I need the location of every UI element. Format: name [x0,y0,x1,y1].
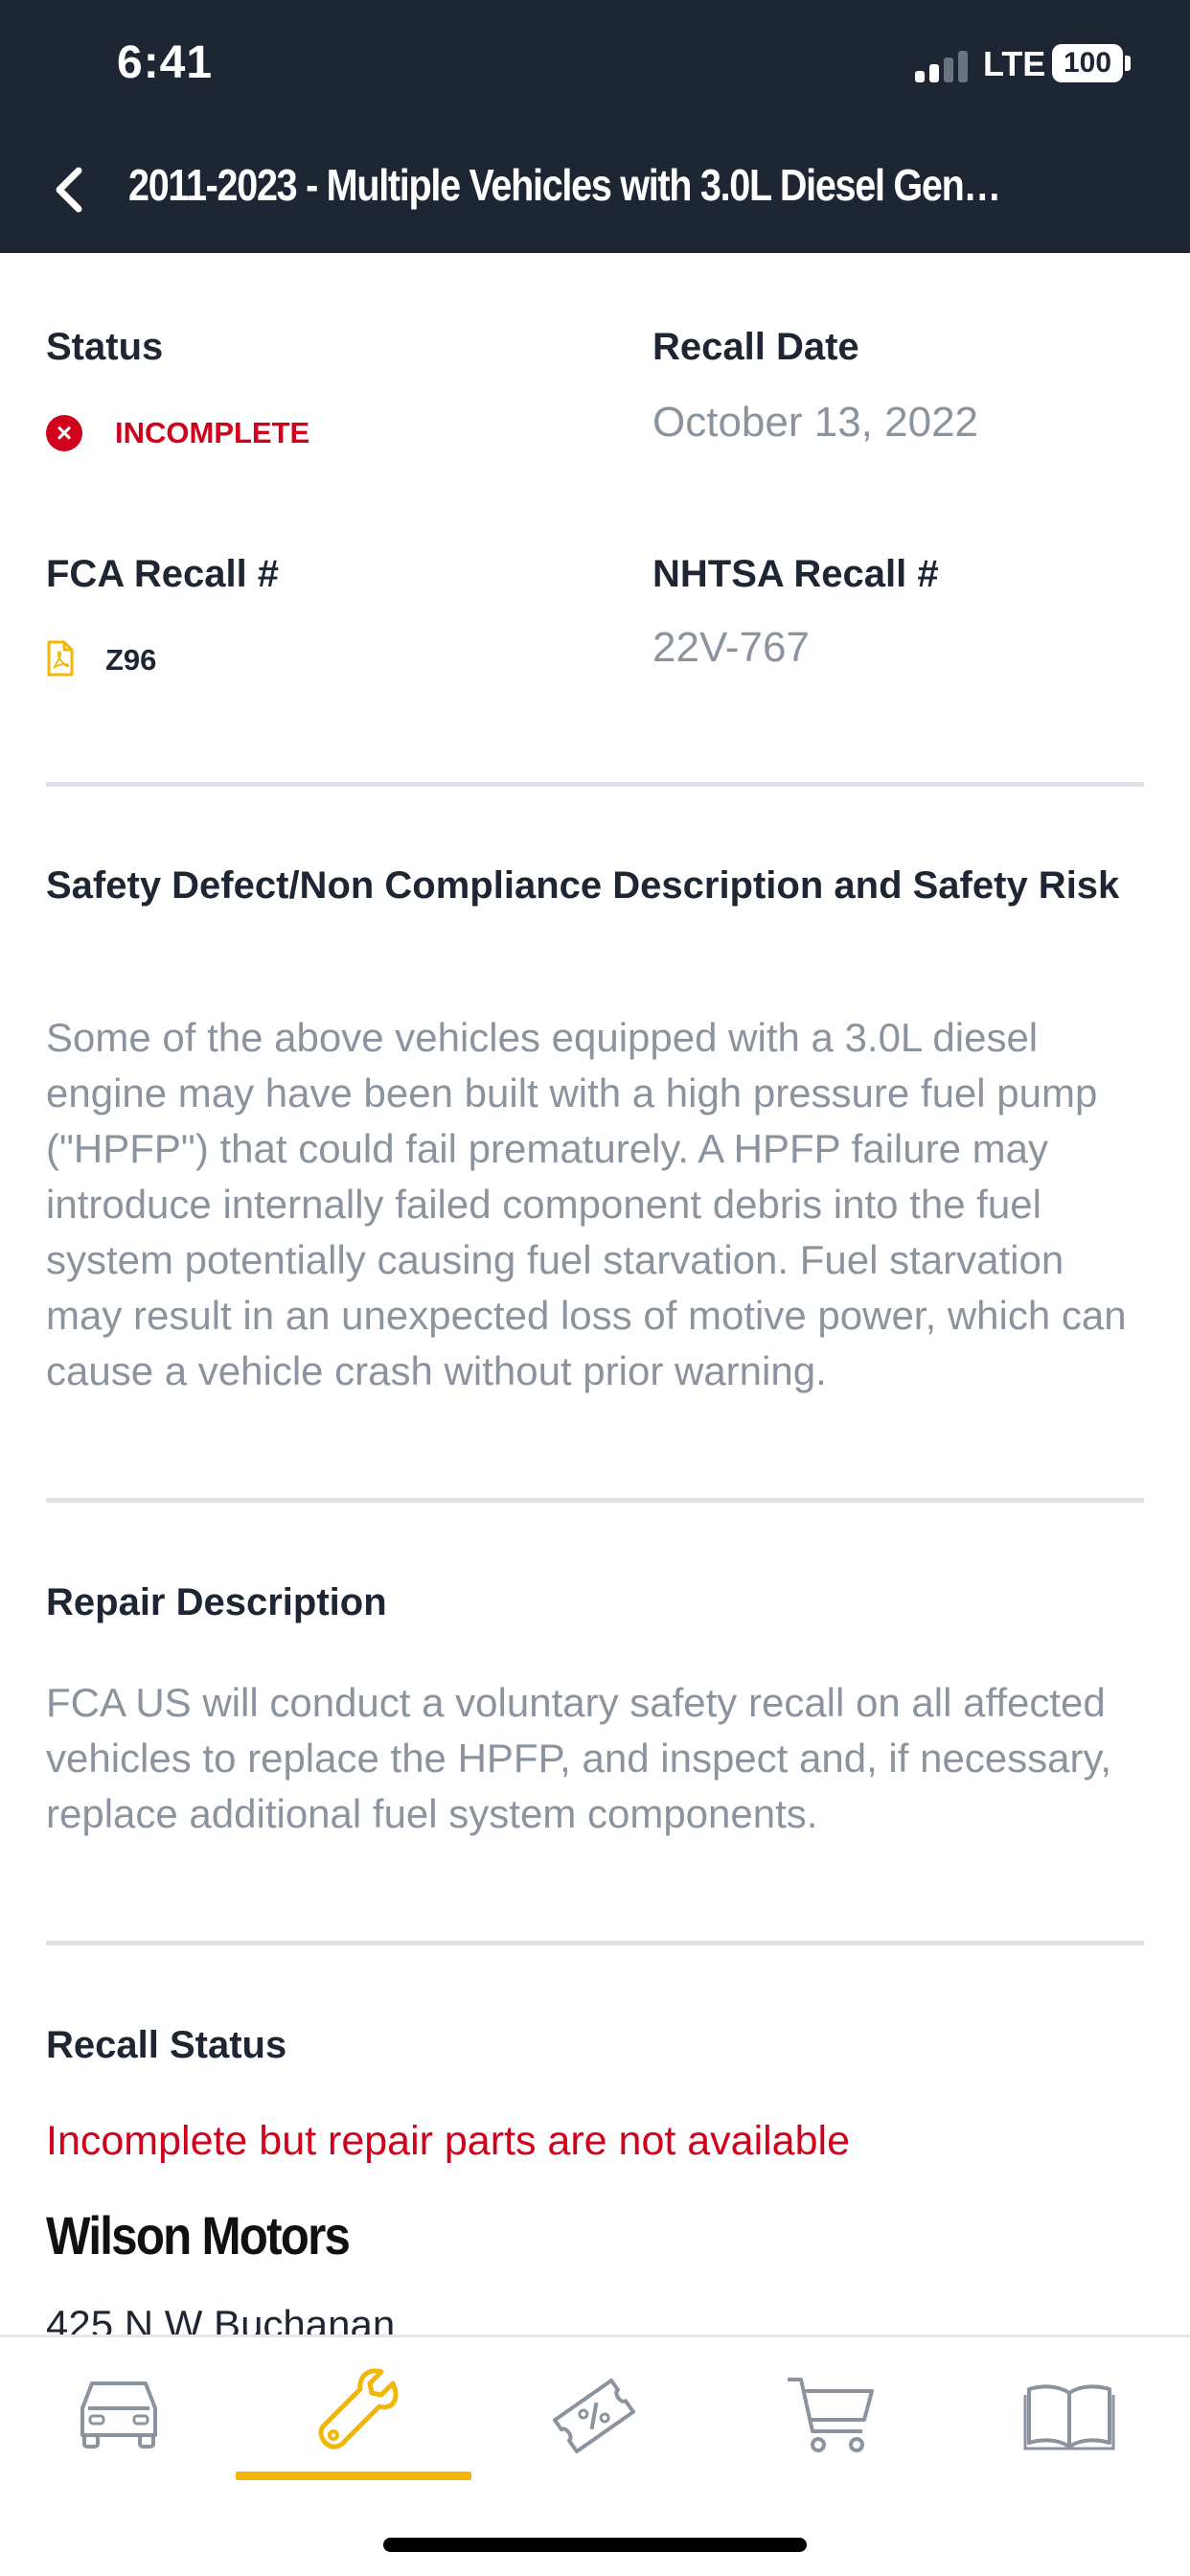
divider [46,1941,1144,1945]
recall-date-label: Recall Date [652,326,859,368]
dealer-address: 425 N W Buchanan [46,2302,396,2334]
chevron-left-icon [56,167,82,213]
car-icon [80,2381,157,2449]
safety-description: Some of the above vehicles equipped with… [46,1015,1127,1393]
cellular-signal-icon [915,48,973,82]
status-bar-time: 6:41 [117,37,214,88]
tab-offers[interactable] [475,2337,713,2479]
coupon-icon [553,2378,635,2454]
cart-icon [788,2378,874,2452]
recall-status-title: Recall Status [46,2024,287,2066]
page-title: 2011-2023 - Multiple Vehicles with 3.0L … [128,160,1002,210]
battery-icon: 100 [1052,44,1123,82]
back-button[interactable] [46,153,94,220]
fca-recall-link[interactable]: Z96 [105,643,156,678]
repair-section-title: Repair Description [46,1581,387,1623]
dealer-name[interactable]: Wilson Motors [46,2204,351,2266]
recall-status-value: Incomplete but repair parts are not avai… [46,2118,850,2164]
home-indicator [383,2538,807,2552]
fca-recall-label: FCA Recall # [46,553,280,595]
repair-description: FCA US will conduct a voluntary safety r… [46,1680,1112,1836]
tab-manual[interactable] [950,2337,1188,2479]
battery-tip [1125,56,1131,71]
nhtsa-recall-label: NHTSA Recall # [652,553,939,595]
active-tab-indicator [236,2472,471,2480]
app-header: 6:41 LTE 100 2011-2023 - Multiple Vehicl… [0,0,1190,253]
tab-shop[interactable] [713,2337,950,2479]
book-icon [1023,2384,1115,2450]
wrench-icon [318,2368,399,2450]
recall-date-value: October 13, 2022 [652,399,979,446]
divider [46,1498,1144,1503]
safety-section-title: Safety Defect/Non Compliance Description… [46,864,1120,907]
nhtsa-recall-value: 22V-767 [652,624,810,671]
network-type: LTE [983,44,1046,83]
pdf-document-icon[interactable] [46,640,75,677]
close-circle-icon: × [46,415,82,451]
status-label: Status [46,326,164,368]
divider [46,782,1144,787]
tab-vehicles[interactable] [0,2337,238,2479]
tab-service[interactable] [238,2337,475,2479]
status-value: INCOMPLETE [115,416,310,449]
